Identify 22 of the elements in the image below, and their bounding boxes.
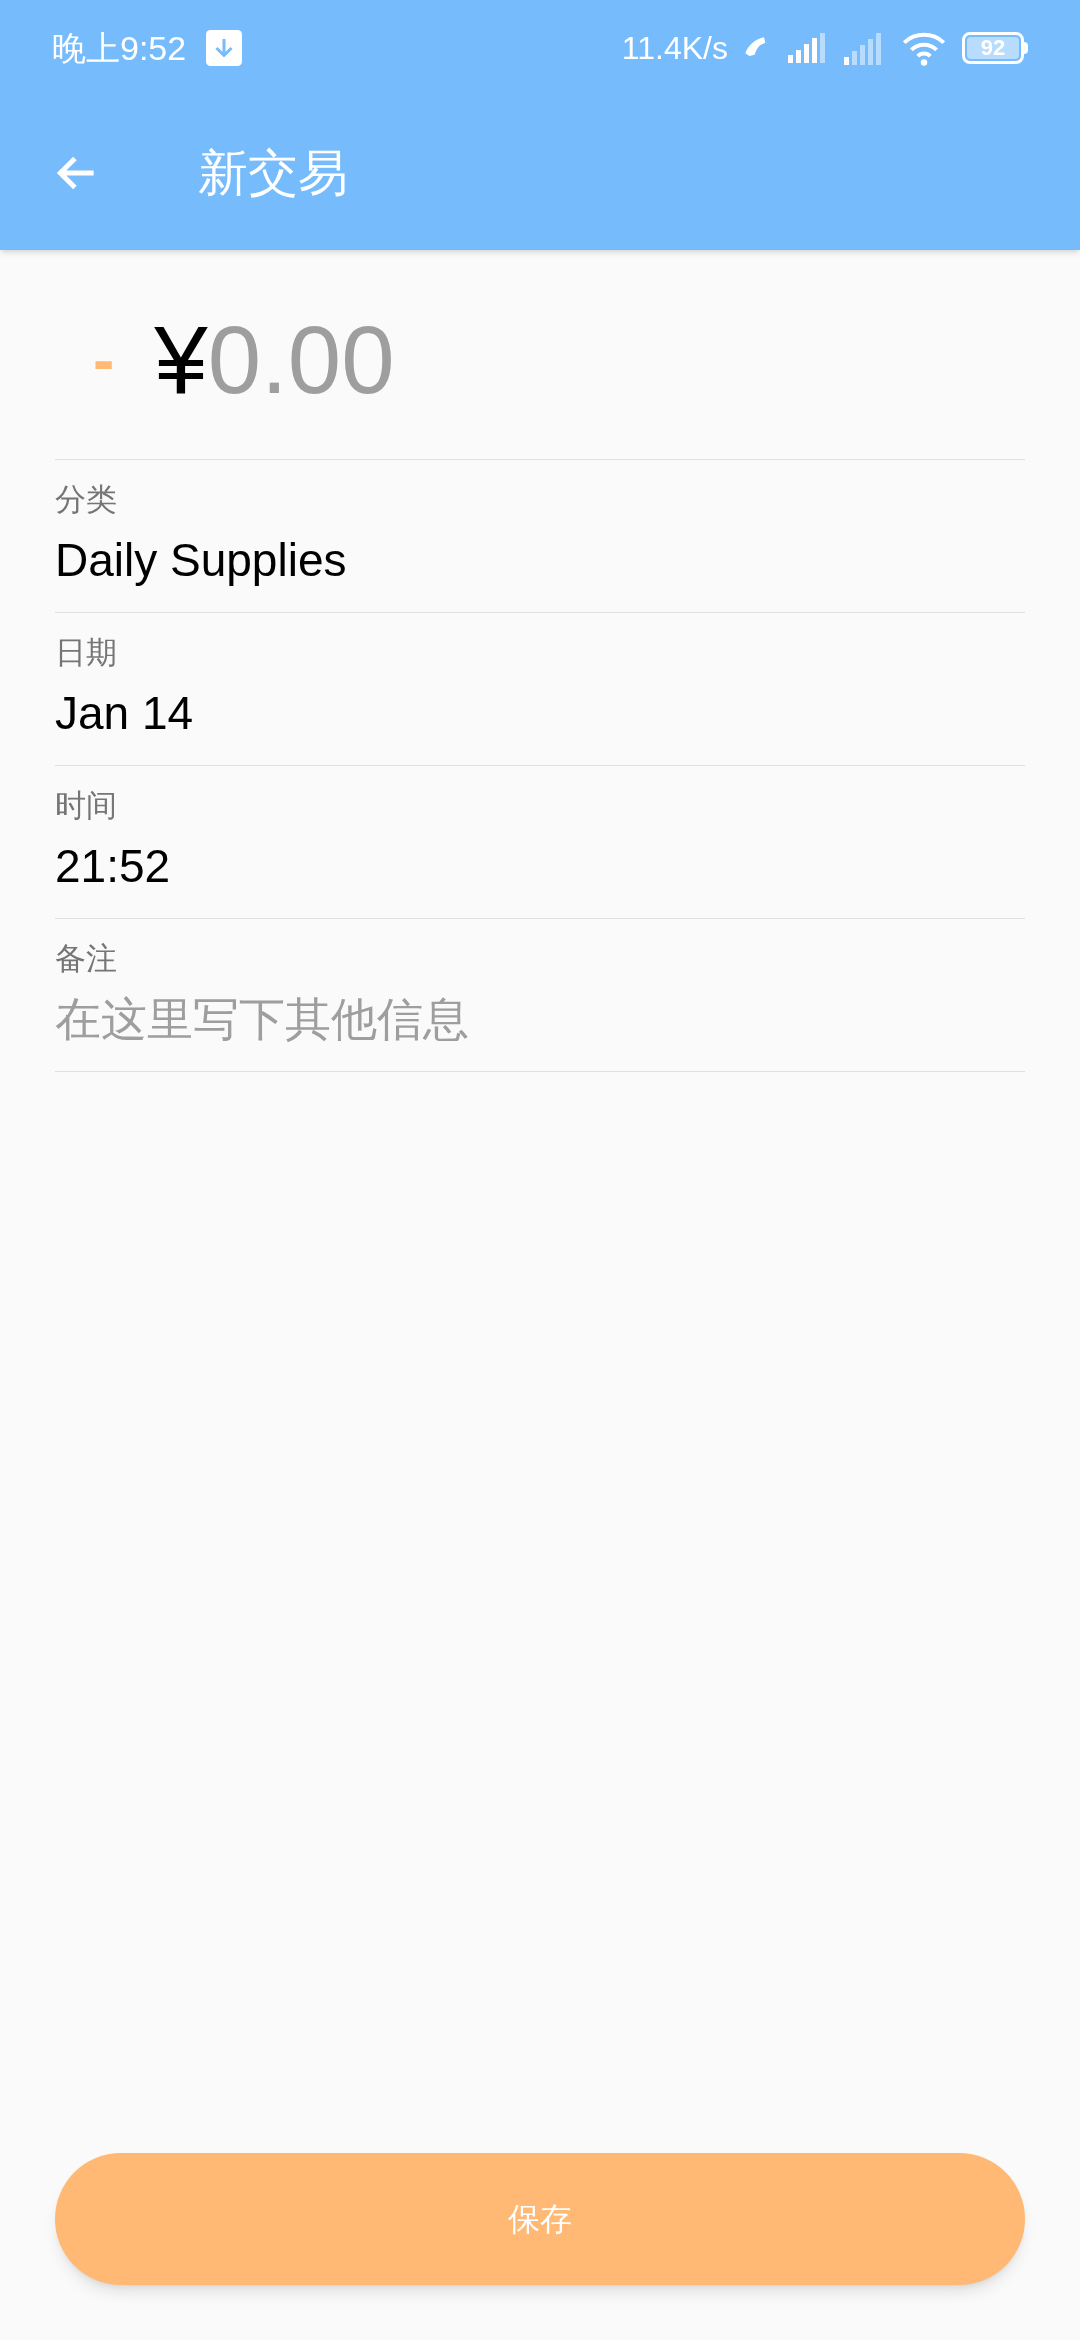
field-value: 21:52 (55, 838, 172, 894)
field-label: 备注 (55, 940, 118, 979)
amount-field[interactable]: ¥0.00 (154, 287, 395, 432)
form-field[interactable]: 日期 Jan 14 (55, 613, 1025, 766)
page-title: 新交易 (198, 143, 348, 203)
status-time: 晚上9:52 (52, 27, 187, 69)
battery-level: 92 (967, 37, 1019, 59)
form-field[interactable]: 时间 21:52 (55, 766, 1025, 919)
signal-icon (788, 33, 828, 63)
download-icon (206, 30, 243, 66)
field-value: Jan 14 (55, 685, 195, 741)
signal-icon (844, 31, 884, 65)
field-value: Daily Supplies (55, 532, 348, 588)
form-field[interactable]: 分类 Daily Supplies (55, 460, 1025, 613)
note-input[interactable]: 在这里写下其他信息 (55, 984, 1025, 1054)
minus-sign: - (93, 322, 115, 398)
field-label: 分类 (55, 481, 118, 520)
wifi-icon (902, 30, 946, 66)
field-label: 时间 (55, 787, 118, 826)
form-field[interactable]: 备注 在这里写下其他信息 (55, 919, 1025, 1072)
network-speed: 11.4K/s (621, 29, 728, 68)
field-label: 日期 (55, 634, 118, 673)
